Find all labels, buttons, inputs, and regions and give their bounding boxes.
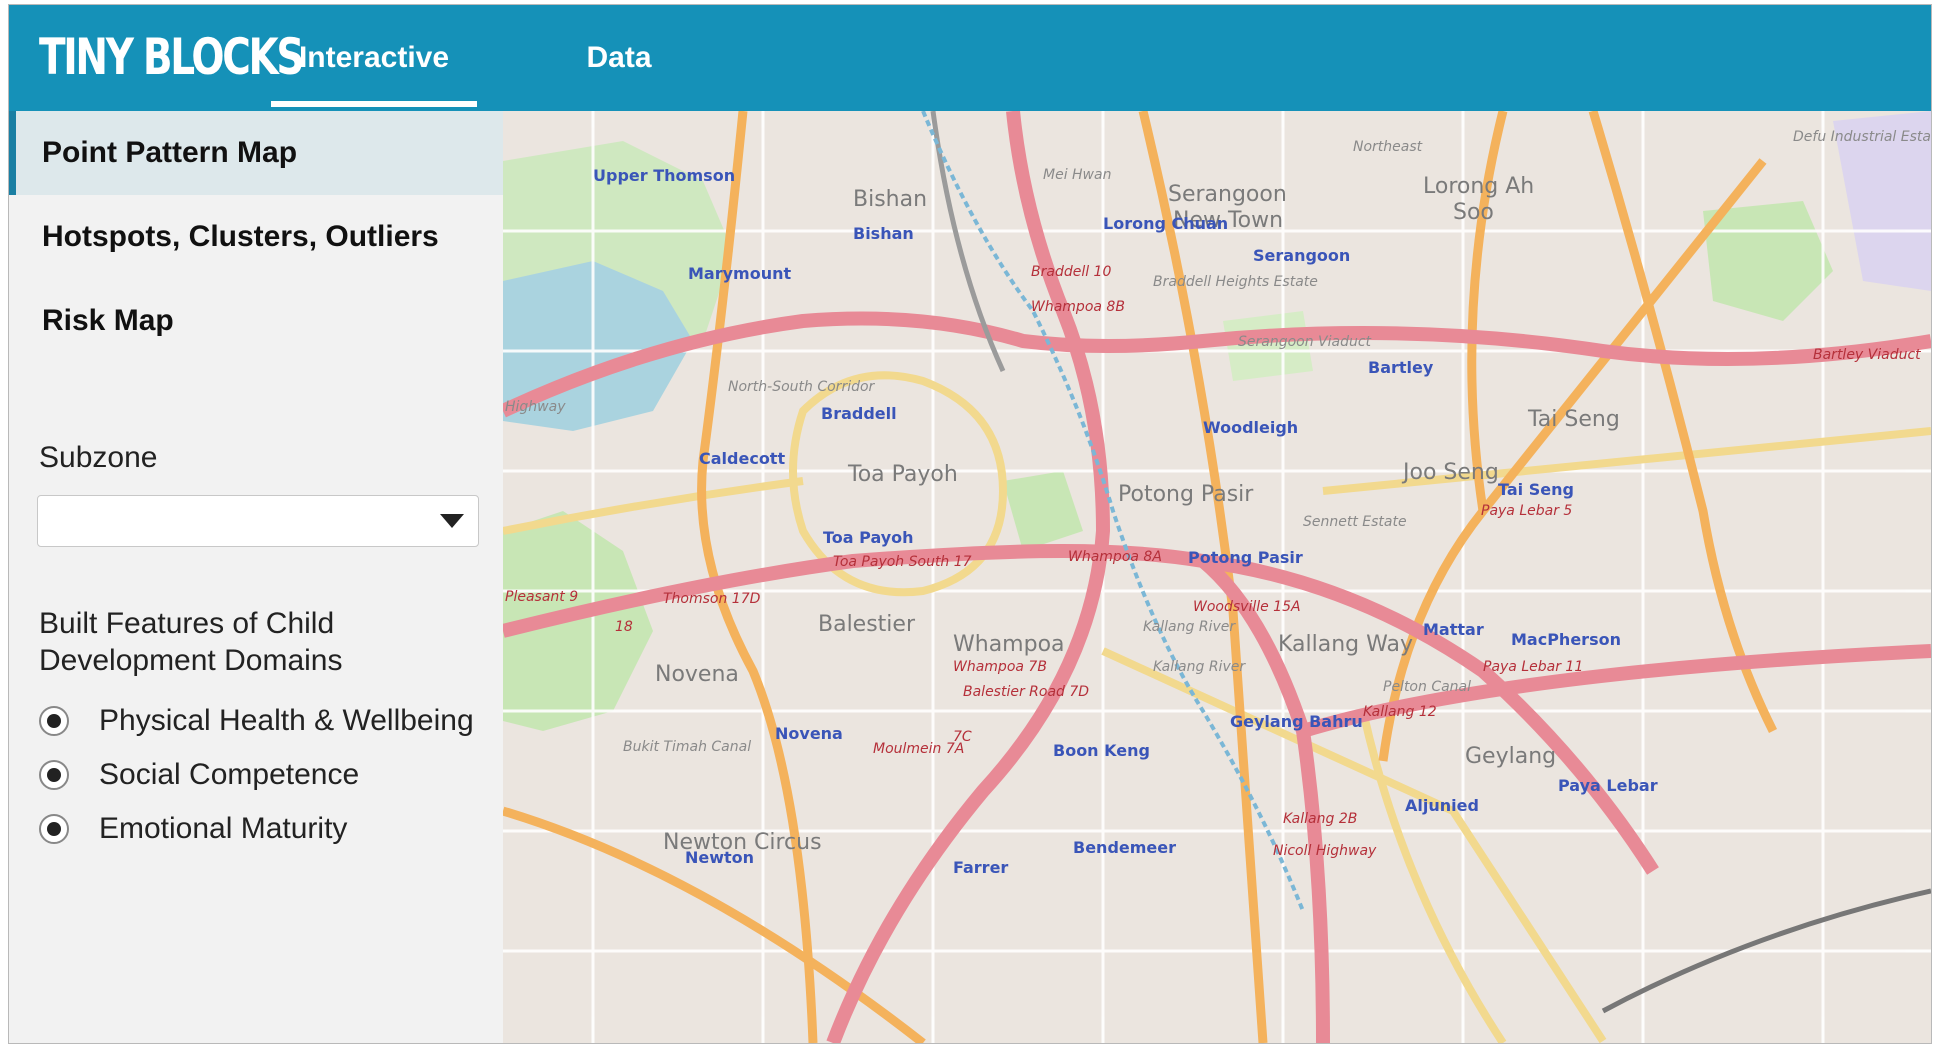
radio-icon[interactable]	[39, 814, 69, 844]
map-label: Soo	[1453, 200, 1494, 225]
road-label: Nicoll Highway	[1273, 843, 1377, 859]
radio-label: Social Competence	[99, 758, 360, 791]
road-label: Thomson 17D	[663, 591, 761, 607]
station-label: Caldecott	[699, 449, 785, 468]
map-label: Braddell Heights Estate	[1153, 274, 1318, 290]
station-label: Potong Pasir	[1188, 548, 1303, 567]
road-label: Toa Payoh South 17	[833, 554, 972, 570]
map-label: Mei Hwan	[1043, 167, 1111, 183]
road-label: 7C	[953, 729, 972, 745]
station-label: Boon Keng	[1053, 741, 1150, 760]
station-label: Mattar	[1423, 620, 1484, 639]
station-label: Bartley	[1368, 358, 1434, 377]
station-label: Tai Seng	[1498, 480, 1574, 499]
road-label: Whampoa 8B	[1031, 299, 1125, 315]
domains-label-line2: Development Domains	[39, 644, 343, 677]
road-label: Serangoon Viaduct	[1238, 334, 1372, 350]
road-label: Braddell 10	[1031, 264, 1111, 280]
road-label: Kallang River	[1143, 619, 1236, 635]
road-label: Bukit Timah Canal	[623, 739, 751, 755]
road-label: Paya Lebar 5	[1481, 503, 1572, 519]
map-label: Whampoa	[953, 632, 1065, 657]
road-label: Whampoa 8A	[1068, 549, 1162, 565]
sidebar-item-point-pattern-map[interactable]: Point Pattern Map	[9, 111, 503, 195]
radio-label: Emotional Maturity	[99, 812, 348, 845]
radio-icon[interactable]	[39, 760, 69, 790]
tab-data-explorer[interactable]: Data Explorer	[537, 5, 701, 180]
radio-icon[interactable]	[39, 706, 69, 736]
subzone-select[interactable]	[37, 495, 479, 547]
station-label: Novena	[775, 724, 843, 743]
top-bar: TINY BLOCKS Interactive Maps Data Explor…	[9, 5, 1931, 180]
subzone-label: Subzone	[39, 441, 158, 474]
station-label: Serangoon	[1253, 246, 1350, 265]
station-label: Braddell	[821, 404, 897, 423]
road-label: Pleasant 9	[505, 589, 578, 605]
station-label: Bendemeer	[1073, 838, 1176, 857]
road-label: Balestier Road 7D	[963, 684, 1089, 700]
map-label: Toa Payoh	[847, 462, 958, 487]
road-label: Kallang 2B	[1283, 811, 1357, 827]
station-label: MacPherson	[1511, 630, 1621, 649]
map-label: Bishan	[853, 187, 927, 212]
sidebar-item-hotspots[interactable]: Hotspots, Clusters, Outliers	[9, 195, 503, 279]
map-label: Sennett Estate	[1303, 514, 1407, 530]
road-label: Northeast	[1353, 139, 1423, 155]
station-label: Newton	[685, 848, 754, 867]
station-label: Woodleigh	[1203, 418, 1298, 437]
station-label: Farrer	[953, 858, 1008, 877]
road-label: Paya Lebar 11	[1483, 659, 1583, 675]
station-label: Aljunied	[1405, 796, 1479, 815]
road-label: 18	[615, 619, 633, 635]
map-label: Tai Seng	[1527, 407, 1620, 432]
road-label: Whampoa 7B	[953, 659, 1047, 675]
map-label: Defu Industrial Estate	[1793, 129, 1931, 145]
map-tiles: Bishan Serangoon New Town Lorong Ah Soo …	[503, 111, 1931, 1043]
map-label: Joo Seng	[1401, 460, 1499, 485]
map-label: Novena	[655, 662, 739, 687]
map-label: Lorong Ah	[1423, 174, 1534, 199]
app-logo[interactable]: TINY BLOCKS	[39, 27, 304, 87]
road-label: Woodsville 15A	[1193, 599, 1301, 615]
station-label: Marymount	[688, 264, 791, 283]
domains-label-line1: Built Features of Child	[39, 607, 335, 640]
map-label: Balestier	[818, 612, 916, 637]
station-label: Upper Thomson	[593, 166, 735, 185]
app-window: TINY BLOCKS Interactive Maps Data Explor…	[8, 4, 1932, 1044]
road-label: Bartley Viaduct	[1813, 347, 1921, 363]
station-label: Lorong Chuan	[1103, 214, 1228, 233]
map-label: Kallang Way	[1278, 632, 1413, 657]
road-label: Moulmein 7A	[873, 741, 964, 757]
chevron-down-icon	[440, 514, 464, 528]
road-label: North-South Corridor	[728, 379, 876, 395]
map-label: Serangoon	[1168, 182, 1287, 207]
map-label: Geylang	[1465, 744, 1556, 769]
tab-interactive-maps[interactable]: Interactive Maps	[271, 5, 477, 180]
road-label: Kallang River	[1153, 659, 1246, 675]
sidebar-item-risk-map[interactable]: Risk Map	[9, 279, 503, 363]
radio-label: Physical Health & Wellbeing	[99, 704, 474, 737]
road-label: Pelton Canal	[1383, 679, 1471, 695]
station-label: Toa Payoh	[823, 528, 914, 547]
map-label: Potong Pasir	[1118, 482, 1254, 507]
station-label: Bishan	[853, 224, 914, 243]
map-canvas[interactable]: Bishan Serangoon New Town Lorong Ah Soo …	[503, 111, 1931, 1043]
station-label: Geylang Bahru	[1230, 712, 1363, 731]
station-label: Paya Lebar	[1558, 776, 1658, 795]
road-label: Highway	[505, 399, 566, 415]
sidebar: Point Pattern Map Hotspots, Clusters, Ou…	[9, 111, 503, 1043]
road-label: Kallang 12	[1363, 704, 1437, 720]
